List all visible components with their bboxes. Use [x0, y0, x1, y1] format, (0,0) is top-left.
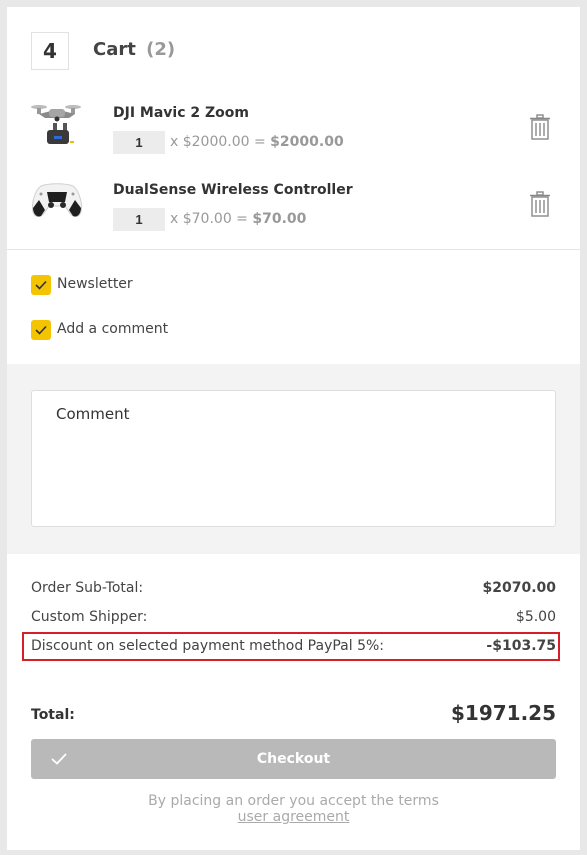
- trash-icon[interactable]: [529, 191, 551, 217]
- terms-notice: By placing an order you accept the terms…: [7, 793, 580, 825]
- cart-title: Cart (2): [93, 39, 175, 60]
- user-agreement-link[interactable]: user agreement: [238, 809, 350, 825]
- checkout-label: Checkout: [256, 751, 331, 767]
- terms-text: By placing an order you accept the terms: [148, 793, 439, 809]
- discount-label: Discount on selected payment method PayP…: [31, 638, 385, 654]
- add-comment-label: Add a comment: [57, 321, 169, 337]
- comment-section: [7, 364, 580, 554]
- cart-count: (2): [146, 39, 176, 60]
- discount-row: Discount on selected payment method PayP…: [31, 638, 556, 658]
- item-unit-price: x $70.00 =: [170, 211, 248, 227]
- checkbox-checked-icon: [31, 275, 51, 295]
- subtotal-label: Order Sub-Total:: [31, 580, 144, 596]
- divider: [7, 249, 580, 250]
- gamepad-image: [29, 178, 85, 230]
- item-name[interactable]: DualSense Wireless Controller: [113, 182, 353, 198]
- newsletter-checkbox[interactable]: Newsletter: [31, 275, 171, 297]
- step-number: 4: [31, 32, 69, 70]
- total-label: Total:: [31, 707, 75, 723]
- shipper-value: $5.00: [515, 609, 556, 625]
- subtotal-row: Order Sub-Total: $2070.00: [31, 580, 556, 600]
- checkbox-checked-icon: [31, 320, 51, 340]
- item-price-calc: x $70.00 = $70.00: [170, 211, 306, 227]
- drone-image: [29, 97, 85, 149]
- cart-title-label: Cart: [93, 39, 136, 60]
- trash-icon[interactable]: [529, 114, 551, 140]
- item-line-total: $70.00: [252, 211, 307, 227]
- item-name[interactable]: DJI Mavic 2 Zoom: [113, 105, 249, 121]
- check-icon: [51, 752, 67, 770]
- cart-item: DJI Mavic 2 Zoom x $2000.00 = $2000.00: [7, 95, 580, 165]
- total-value: $1971.25: [450, 701, 556, 725]
- cart-panel: 4 Cart (2) DJI Mavic 2 Zoom 1 x $2000.00…: [7, 7, 580, 850]
- checkout-button[interactable]: Checkout: [31, 739, 556, 779]
- newsletter-label: Newsletter: [57, 276, 133, 292]
- cart-header: 4 Cart (2): [7, 7, 580, 95]
- subtotal-value: $2070.00: [482, 580, 556, 596]
- discount-value: -$103.75: [486, 638, 556, 654]
- quantity-input[interactable]: [113, 131, 165, 154]
- item-line-total: $2000.00: [270, 134, 344, 150]
- shipper-row: Custom Shipper: $5.00: [31, 609, 556, 629]
- cart-item: DualSense Wireless Controller x $70.00 =…: [7, 172, 580, 242]
- add-comment-checkbox[interactable]: Add a comment: [31, 320, 191, 342]
- item-price-calc: x $2000.00 = $2000.00: [170, 134, 344, 150]
- comment-field[interactable]: [31, 390, 556, 527]
- shipper-label: Custom Shipper:: [31, 609, 148, 625]
- item-unit-price: x $2000.00 =: [170, 134, 266, 150]
- quantity-input[interactable]: [113, 208, 165, 231]
